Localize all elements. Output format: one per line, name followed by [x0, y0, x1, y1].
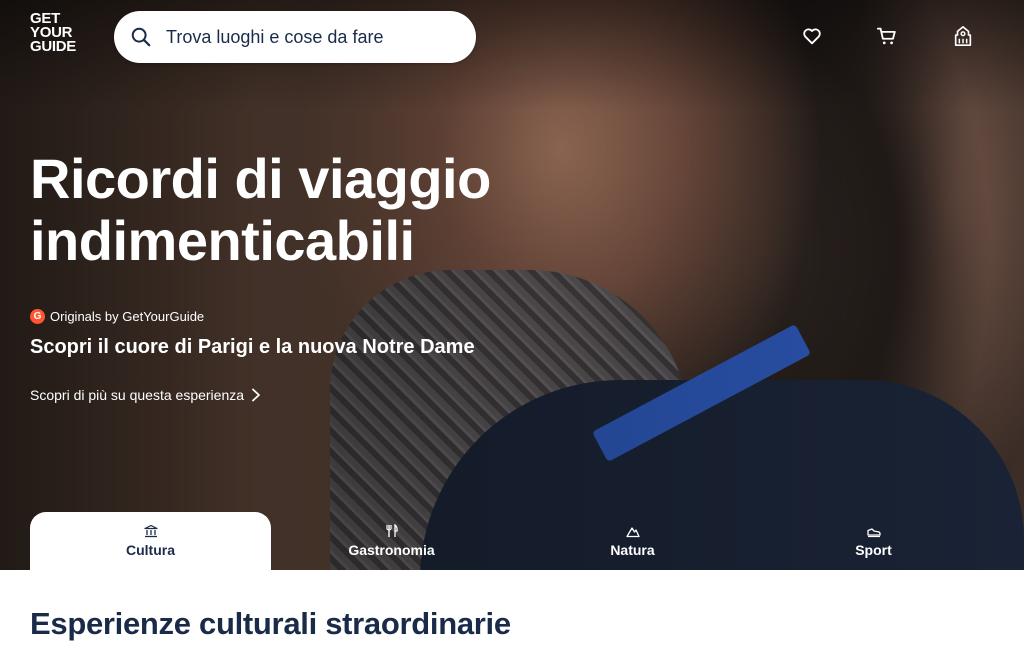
cart-icon[interactable]: [875, 24, 899, 48]
originals-label: G Originals by GetYourGuide: [30, 309, 204, 324]
tab-gastronomia[interactable]: Gastronomia: [271, 512, 512, 570]
logo-line-3: GUIDE: [30, 38, 77, 55]
tab-label: Sport: [855, 542, 892, 558]
tab-label: Cultura: [126, 542, 175, 558]
profile-icon[interactable]: [951, 24, 975, 48]
sneaker-icon: [866, 528, 881, 538]
search-placeholder: Trova luoghi e cose da fare: [166, 26, 384, 47]
cutlery-icon: [385, 524, 398, 537]
wishlist-heart-icon[interactable]: [800, 24, 824, 48]
museum-icon: [143, 524, 158, 538]
chevron-right-icon: [252, 388, 260, 402]
hero-banner: [0, 0, 1024, 570]
section-title: Esperienze culturali straordinarie: [30, 606, 511, 641]
search-icon: [131, 27, 151, 47]
hero-subtitle[interactable]: Scopri il cuore di Parigi e la nuova Not…: [30, 336, 475, 359]
mountain-icon: [625, 527, 640, 538]
tab-sport[interactable]: Sport: [753, 512, 994, 570]
learn-more-link[interactable]: Scopri di più su questa esperienza: [30, 387, 262, 403]
tab-cultura[interactable]: Cultura: [30, 512, 271, 570]
hero-headline: Ricordi di viaggio indimenticabili: [30, 147, 491, 272]
originals-text: Originals by GetYourGuide: [50, 309, 205, 324]
originals-g-icon: G: [30, 309, 45, 324]
tab-natura[interactable]: Natura: [512, 512, 753, 570]
getyourguide-logo[interactable]: GET YOUR GUIDE: [30, 11, 90, 55]
tab-label: Gastronomia: [348, 542, 435, 558]
category-tabs: Cultura Gastronomia Natura Sport: [30, 512, 994, 570]
learn-more-text: Scopri di più su questa esperienza: [30, 387, 245, 403]
search-bar[interactable]: Trova luoghi e cose da fare: [114, 11, 476, 63]
tab-label: Natura: [610, 542, 655, 558]
